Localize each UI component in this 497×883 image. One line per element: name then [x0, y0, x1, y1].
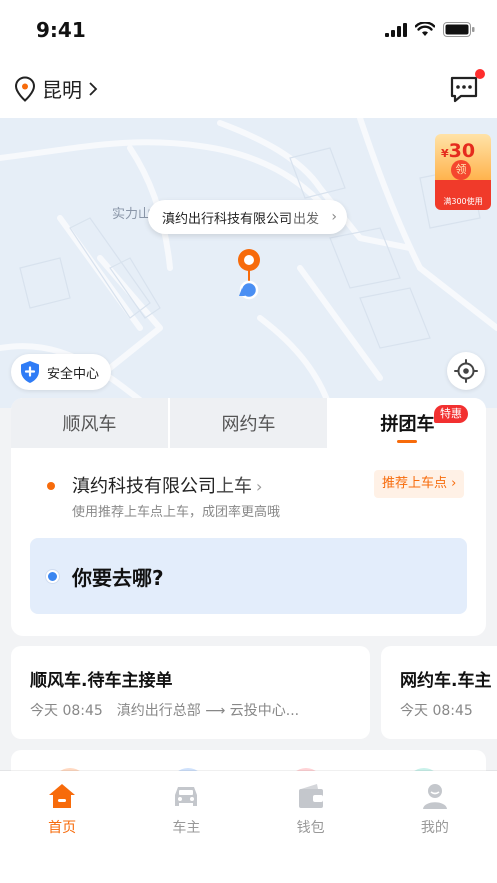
order-route: 滇约出行总部 ⟶ 云投中心... [116, 703, 300, 719]
destination-prompt: 你要去哪? [72, 566, 164, 590]
destination-dot [46, 570, 59, 583]
tabbar-label: 钱包 [296, 820, 325, 836]
status-bar: 9:41 [0, 0, 497, 62]
order-title: 顺风车.待车主接单 [30, 671, 173, 691]
booking-card: 顺风车 网约车 拼团车 特惠 滇约科技有限公司上车 › 使用推荐上车点上车，成团率… [11, 398, 486, 636]
chevron-right-icon [89, 81, 98, 96]
tabbar-driver[interactable]: 车主 [124, 771, 248, 883]
locate-button[interactable] [447, 352, 485, 390]
unread-dot [475, 69, 485, 79]
safety-center-button[interactable]: 安全中心 [11, 354, 112, 390]
tabbar-label: 我的 [420, 820, 449, 836]
pickup-location-name: 滇约科技有限公司 [72, 476, 216, 497]
tabbar-label: 车主 [172, 820, 201, 836]
status-time: 9:41 [36, 18, 86, 42]
order-card[interactable]: 顺风车.待车主接单 今天 08:45 滇约出行总部 ⟶ 云投中心... [11, 646, 370, 739]
promo-badge: 特惠 [434, 405, 468, 423]
wallet-icon [298, 784, 323, 808]
pickup-bubble[interactable]: 滇约出行科技有限公司 出发 › [148, 200, 348, 234]
location-pin-icon [14, 75, 36, 102]
coupon-badge[interactable]: ¥30 领 满300使用 [435, 134, 491, 210]
bottom-tab-bar: 首页 车主 钱包 我的 [0, 771, 497, 883]
order-meta: 今天 08:45 滇约出行总部 ⟶ 云投中心... [30, 700, 299, 720]
tabbar-profile[interactable]: 我的 [373, 771, 497, 883]
tab-label: 顺风车 [62, 414, 117, 435]
pickup-hint: 使用推荐上车点上车，成团率更高哦 [72, 505, 281, 520]
pickup-bubble-place: 滇约出行科技有限公司 [162, 211, 293, 227]
battery-icon [443, 22, 475, 37]
status-icons [385, 22, 475, 37]
coupon-condition: 满300使用 [443, 197, 483, 206]
tab-wangyueche[interactable]: 网约车 [168, 398, 327, 448]
tabbar-label: 首页 [48, 820, 77, 836]
message-button[interactable] [449, 69, 485, 104]
order-card[interactable]: 网约车.车主 今天 08:45 [381, 646, 497, 739]
top-bar: 昆明 [0, 62, 497, 118]
coupon-amount: ¥30 [441, 140, 476, 162]
tab-shunfengche[interactable]: 顺风车 [11, 398, 168, 448]
chevron-right-icon: › [256, 477, 263, 496]
tab-label: 网约车 [221, 414, 276, 435]
message-icon [450, 76, 478, 103]
pickup-location-suffix: 上车 [216, 476, 252, 497]
coupon-seal: 领 [451, 160, 471, 180]
tabbar-wallet[interactable]: 钱包 [249, 771, 373, 883]
safety-center-label: 安全中心 [47, 366, 100, 382]
pickup-pin-icon [238, 249, 260, 300]
pickup-dot [47, 482, 55, 490]
shield-plus-icon [21, 361, 39, 383]
chevron-right-icon: › [447, 476, 457, 491]
destination-input[interactable]: 你要去哪? [30, 538, 467, 614]
active-tab-indicator [397, 440, 417, 443]
order-meta: 今天 08:45 [400, 700, 473, 720]
crosshair-icon [454, 359, 478, 383]
pickup-location[interactable]: 滇约科技有限公司上车 › [72, 472, 262, 498]
user-icon [422, 784, 447, 809]
city-selector[interactable]: 昆明 [14, 74, 98, 103]
order-time: 今天 08:45 [400, 703, 473, 719]
tab-pintuanche[interactable]: 拼团车 特惠 [327, 398, 486, 448]
recommend-pickup-button[interactable]: 推荐上车点 › [374, 470, 465, 498]
pickup-bubble-action: 出发 [293, 211, 320, 227]
wifi-icon [415, 22, 435, 36]
city-name: 昆明 [42, 78, 82, 102]
tabbar-home[interactable]: 首页 [0, 771, 124, 883]
ride-type-tabs: 顺风车 网约车 拼团车 特惠 [11, 398, 486, 448]
chevron-right-icon: › [331, 209, 338, 225]
map-area-label: 实力山 [112, 207, 152, 222]
home-icon [49, 784, 76, 808]
recommend-pickup-label: 推荐上车点 [382, 476, 448, 491]
order-title: 网约车.车主 [400, 671, 492, 691]
car-icon [175, 787, 198, 806]
signal-icon [385, 22, 407, 37]
tab-label: 拼团车 [380, 414, 435, 435]
order-time: 今天 08:45 [30, 703, 103, 719]
